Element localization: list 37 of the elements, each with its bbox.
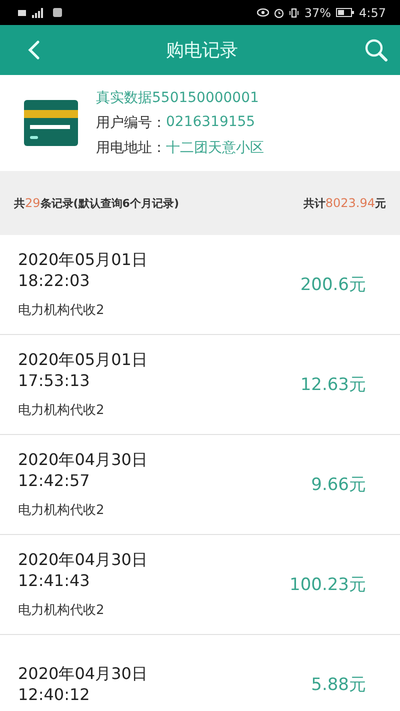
card-icon [24, 100, 78, 146]
record-source: 电力机构代收2 [18, 502, 106, 520]
total-text: 共计8023.94元 [303, 196, 386, 210]
record-datetime: 2020年04月30日 12:42:57 [18, 450, 148, 492]
record-datetime: 2020年05月01日 17:53:13 [18, 350, 148, 392]
record-row[interactable]: 2020年04月30日 12:42:57 电力机构代收2 9.66元 [0, 435, 400, 535]
search-icon[interactable] [364, 38, 388, 62]
record-amount: 5.88元 [311, 674, 366, 696]
record-count-text: 共29条记录(默认查询6个月记录) [14, 196, 179, 210]
record-amount: 9.66元 [311, 474, 366, 496]
account-name: 真实数据550150000001 [96, 89, 260, 107]
record-row[interactable]: 2020年05月01日 17:53:13 电力机构代收2 12.63元 [0, 335, 400, 435]
record-datetime: 2020年04月30日 12:40:12 [18, 664, 148, 706]
record-amount: 200.6元 [300, 274, 366, 296]
battery-text: 37% [304, 6, 332, 20]
page-title: 购电记录 [166, 39, 238, 62]
record-source: 电力机构代收2 [18, 402, 106, 420]
record-row[interactable]: 2020年04月30日 12:40:12 5.88元 [0, 635, 400, 711]
field-label: 用户编号： [96, 114, 166, 132]
field-label: 用电地址： [96, 139, 166, 157]
record-datetime: 2020年05月01日 18:22:03 [18, 250, 148, 292]
battery-icon [336, 8, 354, 17]
eye-icon [257, 8, 270, 17]
clock: 4:57 [359, 6, 386, 20]
record-source: 电力机构代收2 [18, 602, 106, 620]
record-row[interactable]: 2020年05月01日 18:22:03 电力机构代收2 200.6元 [0, 235, 400, 335]
back-icon[interactable] [28, 40, 40, 60]
vibrate-icon [289, 8, 300, 18]
record-row[interactable]: 2020年04月30日 12:41:43 电力机构代收2 100.23元 [0, 535, 400, 635]
record-amount: 100.23元 [290, 574, 366, 596]
record-source: 电力机构代收2 [18, 302, 106, 320]
alarm-icon [274, 8, 284, 18]
field-value: 0216319155 [166, 114, 256, 132]
app-icon [53, 8, 62, 17]
field-value: 十二团天意小区 [166, 139, 264, 157]
record-amount: 12.63元 [300, 374, 366, 396]
record-datetime: 2020年04月30日 12:41:43 [18, 550, 148, 592]
